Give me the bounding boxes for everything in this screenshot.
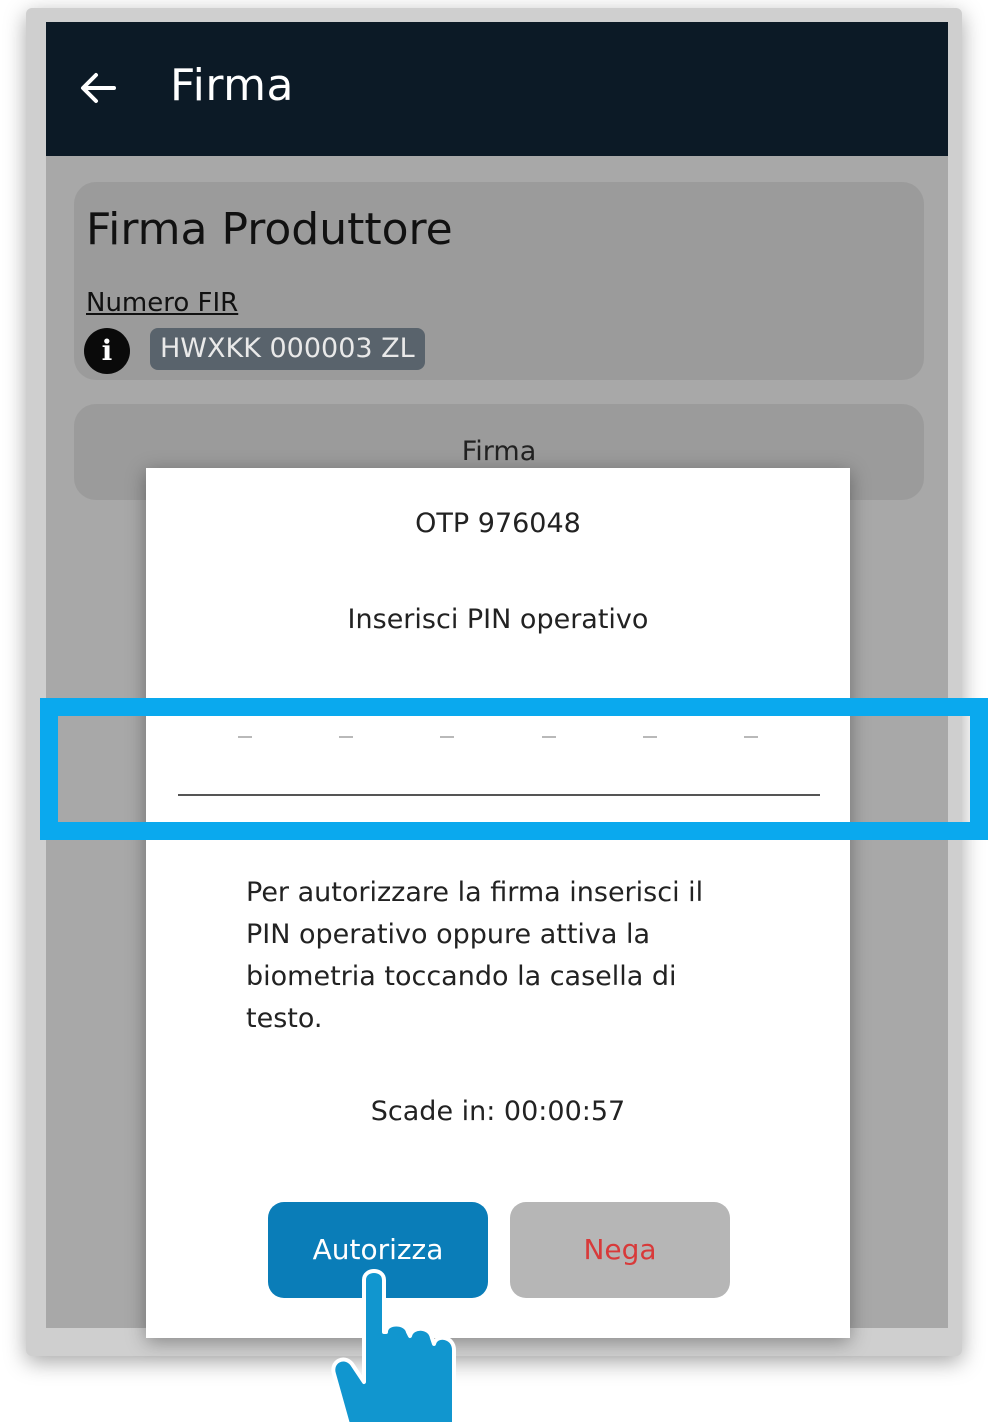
- sign-button-label: Firma: [461, 436, 537, 467]
- info-icon[interactable]: i: [84, 328, 130, 374]
- arrow-left-icon[interactable]: [76, 66, 120, 110]
- instructions-text: Per autorizzare la firma inserisci il PI…: [246, 877, 704, 1034]
- fir-number-label[interactable]: Numero FIR: [86, 288, 238, 318]
- app-bar: Firma: [46, 22, 948, 156]
- pin-field-highlight: [40, 698, 988, 840]
- fir-number-badge: HWXKK 000003 ZL: [150, 328, 425, 370]
- tap-hand-icon: [331, 1269, 456, 1424]
- expiry-timer: Scade in: 00:00:57: [370, 1096, 626, 1127]
- pin-dialog: OTP 976048 Inserisci PIN operativo Per a…: [146, 468, 850, 1338]
- card-title: Firma Produttore: [86, 204, 453, 255]
- pin-prompt: Inserisci PIN operativo: [347, 604, 649, 635]
- page-title: Firma: [170, 60, 294, 111]
- otp-code: OTP 976048: [415, 508, 581, 539]
- producer-card: Firma Produttore Numero FIR i HWXKK 0000…: [74, 182, 924, 380]
- deny-button[interactable]: Nega: [510, 1202, 730, 1298]
